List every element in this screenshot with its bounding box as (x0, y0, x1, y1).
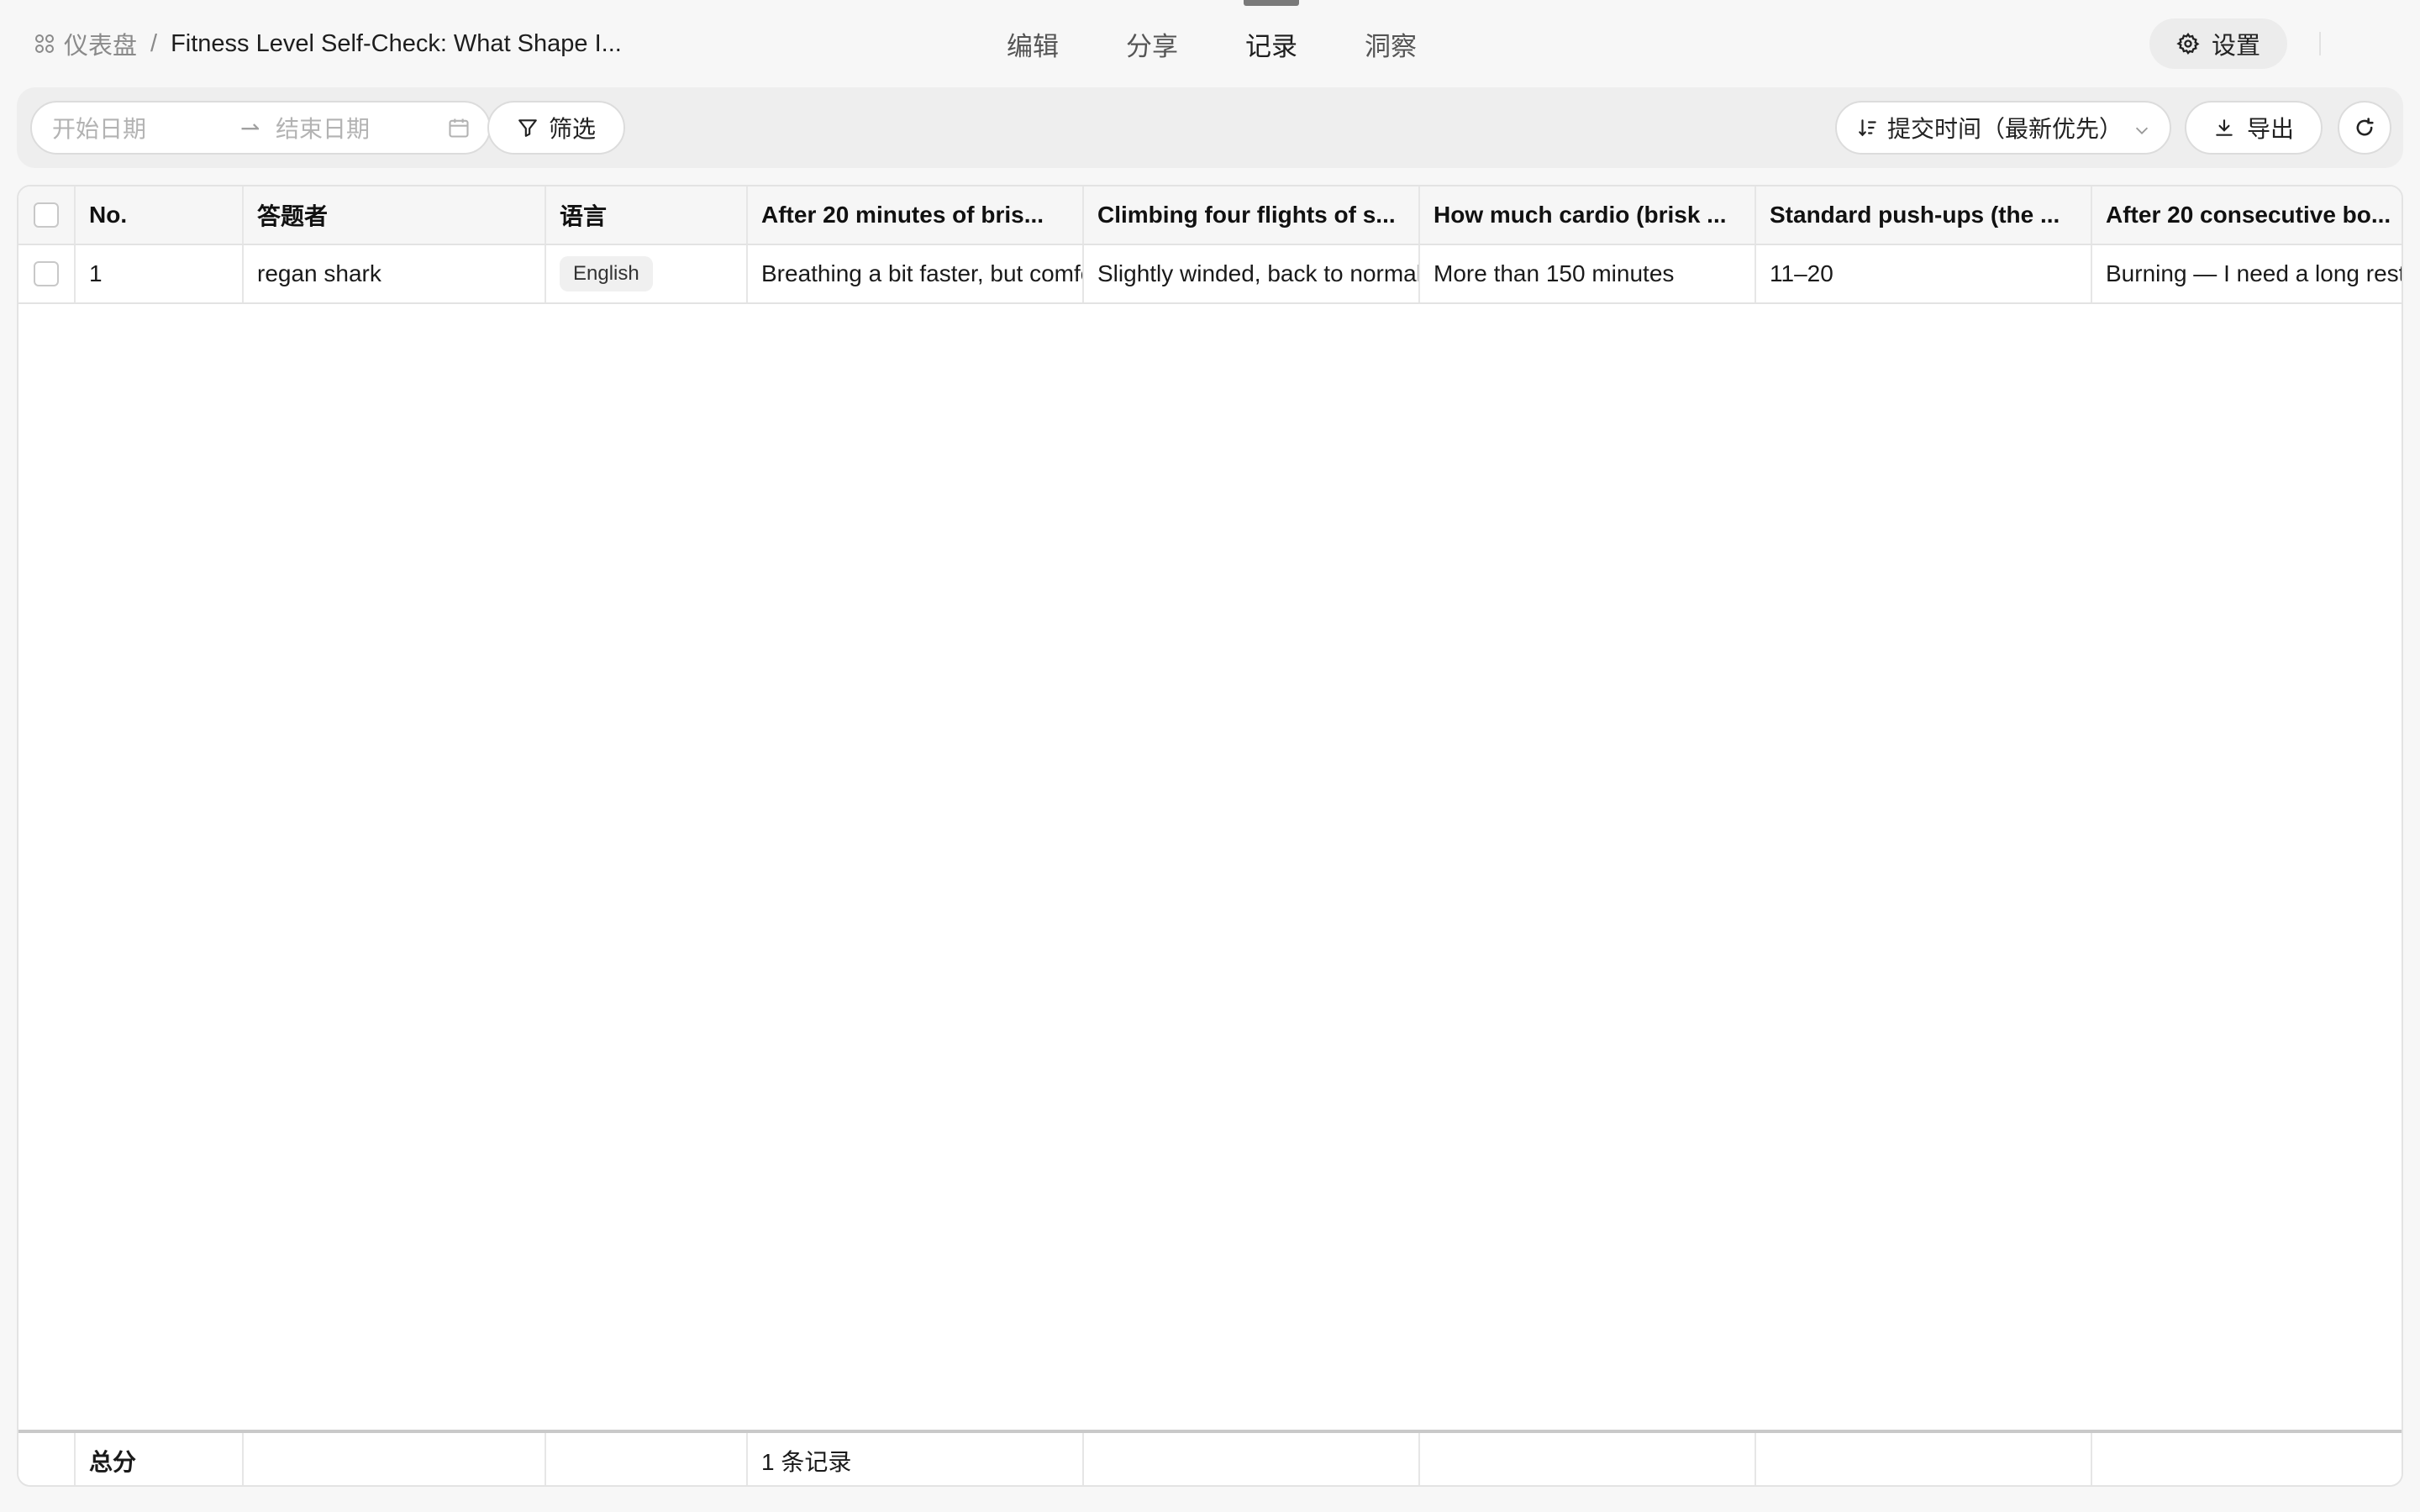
footer-cell (1756, 1433, 2092, 1485)
settings-label: 设置 (2211, 33, 2260, 60)
refresh-button[interactable] (2338, 101, 2391, 155)
cell-q4: 11–20 (1756, 245, 2092, 302)
records-table: No. 答题者 语言 After 20 minutes of bris... C… (17, 185, 2403, 1487)
download-icon (2213, 117, 2235, 139)
footer-cell (1420, 1433, 1756, 1485)
footer-cell (2092, 1433, 2402, 1485)
top-bar: 仪表盘 / Fitness Level Self-Check: What Sha… (0, 0, 2420, 87)
cell-q5: Burning — I need a long rest (2106, 260, 2403, 286)
sort-select[interactable]: 提交时间（最新优先） (1835, 101, 2171, 155)
column-header-respondent[interactable]: 答题者 (244, 186, 546, 244)
column-header-q5[interactable]: After 20 consecutive bo... (2092, 186, 2402, 244)
end-date-input[interactable]: 结束日期 (276, 111, 370, 144)
row-select-cell (18, 245, 76, 302)
column-header-q1[interactable]: After 20 minutes of bris... (748, 186, 1084, 244)
breadcrumb-current-form: Fitness Level Self-Check: What Shape I..… (171, 29, 622, 57)
breadcrumb: 仪表盘 / Fitness Level Self-Check: What Sha… (34, 25, 622, 62)
calendar-icon[interactable] (447, 116, 471, 145)
table-header-row: No. 答题者 语言 After 20 minutes of bris... C… (18, 186, 2402, 245)
cell-q2: Slightly winded, back to normal quickly (1084, 245, 1420, 302)
breadcrumb-dashboard-link[interactable]: 仪表盘 (64, 26, 137, 61)
footer-record-count: 1 条记录 (748, 1433, 1084, 1485)
footer-cell (1084, 1433, 1420, 1485)
tab-edit[interactable]: 编辑 (973, 0, 1092, 87)
cell-language: English (546, 245, 748, 302)
range-arrow-icon: ⇀ (240, 114, 260, 141)
header-select-cell (18, 186, 76, 244)
gear-icon (2176, 32, 2200, 55)
dashboard-grid-icon[interactable] (34, 33, 55, 55)
column-header-q2[interactable]: Climbing four flights of s... (1084, 186, 1420, 244)
column-header-q3[interactable]: How much cardio (brisk ... (1420, 186, 1756, 244)
table-footer-row: 总分 1 条记录 (18, 1430, 2402, 1485)
cell-q1: Breathing a bit faster, but comfortable (748, 245, 1084, 302)
select-all-checkbox[interactable] (34, 202, 59, 228)
column-header-q4[interactable]: Standard push-ups (the ... (1756, 186, 2092, 244)
cell-no: 1 (76, 245, 244, 302)
footer-blank-cell (18, 1433, 76, 1485)
tab-records[interactable]: 记录 (1212, 0, 1331, 87)
header-divider (2319, 32, 2321, 55)
breadcrumb-separator: / (150, 29, 158, 57)
footer-cell (546, 1433, 748, 1485)
filter-button[interactable]: 筛选 (487, 101, 625, 155)
sort-icon (1857, 117, 1879, 139)
refresh-icon (2353, 116, 2376, 139)
cell-q3: More than 150 minutes (1420, 245, 1756, 302)
date-range-picker[interactable]: 开始日期 ⇀ 结束日期 (30, 101, 491, 155)
row-checkbox[interactable] (34, 261, 59, 286)
main-tabs: 编辑 分享 记录 洞察 (973, 0, 1450, 87)
language-tag: English (560, 256, 653, 291)
footer-cell (244, 1433, 546, 1485)
table-row[interactable]: 1 regan shark English Breathing a bit fa… (18, 245, 2403, 304)
sort-label: 提交时间（最新优先） (1887, 116, 2123, 142)
filter-label: 筛选 (548, 116, 596, 142)
records-toolbar: 开始日期 ⇀ 结束日期 筛选 提交时间（最新优先） 导出 (17, 87, 2403, 168)
export-button[interactable]: 导出 (2185, 101, 2323, 155)
filter-icon (517, 117, 539, 139)
tab-insights[interactable]: 洞察 (1331, 0, 1450, 87)
chevron-down-icon (2133, 121, 2151, 139)
start-date-input[interactable]: 开始日期 (52, 111, 146, 144)
column-header-language[interactable]: 语言 (546, 186, 748, 244)
tab-share[interactable]: 分享 (1092, 0, 1212, 87)
footer-total-label: 总分 (76, 1433, 244, 1485)
export-label: 导出 (2246, 116, 2294, 142)
settings-button[interactable]: 设置 (2149, 18, 2287, 69)
column-header-no[interactable]: No. (76, 186, 244, 244)
cell-respondent: regan shark (244, 245, 546, 302)
